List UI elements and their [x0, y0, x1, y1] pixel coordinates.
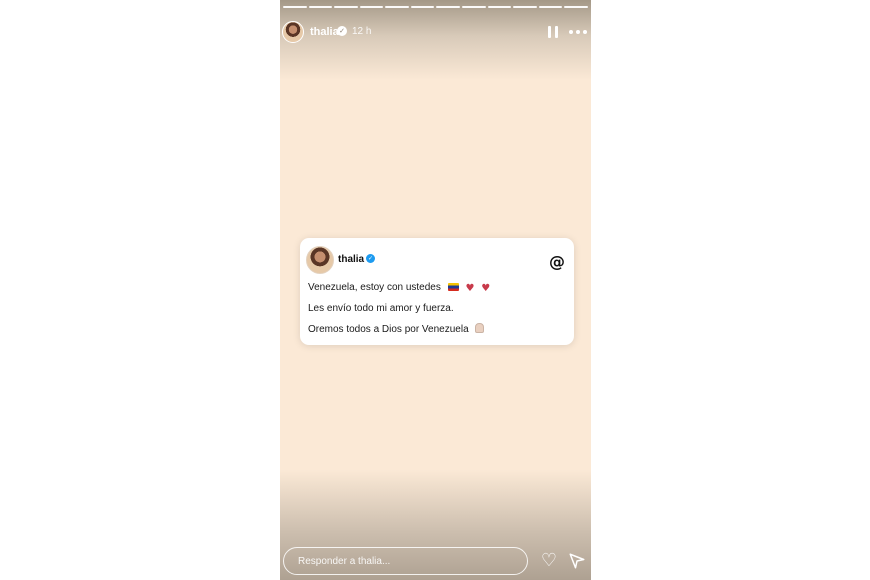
story-progress-bar — [283, 6, 588, 10]
venezuela-flag-icon — [447, 283, 459, 291]
progress-segment — [410, 6, 435, 8]
verified-badge-icon: ✓ — [337, 26, 347, 36]
pause-icon[interactable] — [547, 26, 559, 38]
post-line-1: Venezuela, estoy con ustedes ♥ ♥ — [308, 282, 490, 294]
more-icon[interactable] — [569, 24, 587, 38]
story-username[interactable]: thalia — [310, 26, 339, 38]
post-text-line-2: Les envío todo mi amor y fuerza. — [308, 303, 454, 314]
post-line-3: Oremos todos a Dios por Venezuela — [308, 323, 485, 335]
progress-segment — [308, 6, 333, 8]
verified-badge-icon: ✓ — [366, 254, 375, 263]
progress-segment — [564, 6, 588, 8]
story-header: thalia ✓ 12 h — [280, 18, 591, 46]
progress-segment — [487, 6, 512, 8]
avatar[interactable] — [282, 21, 304, 43]
progress-segment — [359, 6, 384, 8]
post-line-2: Les envío todo mi amor y fuerza. — [308, 303, 454, 314]
heart-icon[interactable]: ♡ — [540, 550, 558, 571]
mending-heart-icon: ♥ — [481, 283, 491, 294]
reply-input[interactable] — [284, 548, 527, 574]
story-viewer[interactable]: thalia ✓ 12 h thalia ✓ @ Venezuela, esto… — [280, 0, 591, 580]
send-icon[interactable] — [568, 552, 586, 570]
threads-logo-icon: @ — [549, 251, 565, 271]
post-text-line-1: Venezuela, estoy con ustedes — [308, 282, 441, 293]
progress-segment — [283, 6, 307, 8]
post-text-line-3: Oremos todos a Dios por Venezuela — [308, 324, 469, 335]
mending-heart-icon: ♥ — [465, 283, 475, 294]
threads-post-card[interactable]: thalia ✓ @ Venezuela, estoy con ustedes … — [300, 238, 574, 345]
progress-segment — [538, 6, 563, 8]
progress-segment — [334, 6, 358, 8]
story-timestamp: 12 h — [352, 26, 372, 37]
post-username: thalia — [338, 254, 365, 265]
progress-segment — [385, 6, 409, 8]
progress-segment — [436, 6, 461, 8]
reply-box[interactable] — [283, 547, 528, 575]
progress-segment — [513, 6, 537, 8]
progress-segment — [462, 6, 486, 8]
post-avatar — [306, 246, 334, 274]
praying-hands-icon — [475, 323, 485, 333]
